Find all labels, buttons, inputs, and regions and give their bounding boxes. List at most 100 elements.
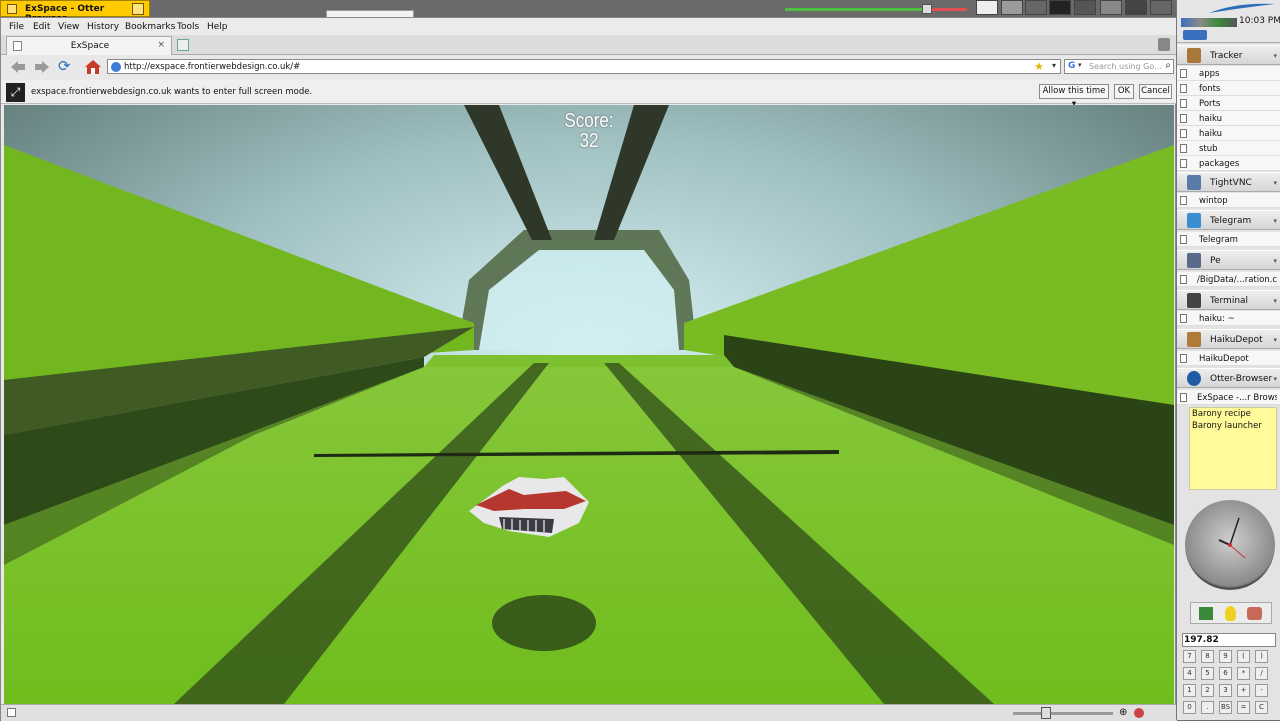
workspaces-icon[interactable] — [1199, 607, 1213, 620]
calc-key[interactable]: 9 — [1219, 650, 1232, 663]
calculator-display[interactable]: 197.82 — [1182, 633, 1276, 647]
home-icon[interactable] — [84, 59, 102, 75]
workspace-thumb[interactable] — [1025, 0, 1047, 15]
calc-key[interactable]: = — [1237, 701, 1250, 714]
workspace-thumb[interactable] — [976, 0, 998, 15]
search-placeholder: Search using Go... — [1089, 62, 1162, 71]
deskbar-app-tightvnc[interactable]: TightVNC ▾ — [1177, 172, 1280, 192]
deskbar-app-pe[interactable]: Pe ▾ — [1177, 250, 1280, 270]
workspace-thumb[interactable] — [1150, 0, 1172, 15]
calc-key[interactable]: 2 — [1201, 684, 1214, 697]
deskbar-app-tracker[interactable]: Tracker ▾ — [1177, 45, 1280, 65]
zoom-slider[interactable] — [1013, 712, 1113, 715]
workspace-thumb[interactable] — [1100, 0, 1122, 15]
workspace-thumb[interactable] — [1074, 0, 1096, 15]
sticky-notes[interactable]: Barony recipe Barony launcher — [1189, 407, 1277, 490]
calc-key[interactable]: 1 — [1183, 684, 1196, 697]
haiku-leaf-icon[interactable] — [1207, 2, 1277, 14]
calc-key[interactable]: . — [1201, 701, 1214, 714]
forward-arrow-icon[interactable] — [33, 59, 51, 75]
list-item[interactable]: wintop — [1177, 193, 1280, 208]
search-icon[interactable]: ⌕ — [1165, 60, 1171, 71]
workspace-thumb[interactable] — [1125, 0, 1147, 15]
chevron-down-icon[interactable]: ▾ — [1273, 257, 1277, 265]
list-item[interactable]: Ports — [1177, 96, 1280, 111]
deskbar-app-otter-browser[interactable]: Otter-Browser ▾ — [1177, 368, 1280, 388]
calc-key[interactable]: C — [1255, 701, 1268, 714]
tray-icons[interactable] — [1181, 18, 1237, 27]
trash-icon[interactable] — [1158, 38, 1170, 51]
chevron-down-icon[interactable]: ▾ — [1273, 217, 1277, 225]
chevron-down-icon[interactable]: ▾ — [1078, 61, 1082, 69]
calc-key[interactable]: 8 — [1201, 650, 1214, 663]
calc-key[interactable]: - — [1255, 684, 1268, 697]
calc-key[interactable]: 7 — [1183, 650, 1196, 663]
deskbar-app-terminal[interactable]: Terminal ▾ — [1177, 290, 1280, 310]
permissions-icon[interactable] — [1134, 708, 1144, 718]
calc-key[interactable]: * — [1237, 667, 1250, 680]
zoom-in-icon[interactable]: ⊕ — [1119, 707, 1127, 718]
list-item[interactable]: /BigData/...ration.cpp — [1177, 272, 1280, 287]
list-item[interactable]: stub — [1177, 141, 1280, 156]
menu-file[interactable]: File — [9, 22, 24, 32]
list-item[interactable]: ExSpace -...r Browser — [1177, 390, 1280, 405]
zoom-slider-knob[interactable] — [1041, 707, 1051, 719]
volume-slider-knob[interactable] — [922, 4, 932, 14]
window-title-tab[interactable]: ExSpace - Otter Browser — [0, 0, 150, 24]
list-item[interactable]: haiku — [1177, 111, 1280, 126]
menu-tools[interactable]: Tools — [177, 22, 199, 32]
menu-view[interactable]: View — [58, 22, 79, 32]
workspace-thumb[interactable] — [1049, 0, 1071, 15]
chevron-down-icon[interactable]: ▾ — [1273, 336, 1277, 344]
reload-icon[interactable]: ⟳ — [58, 57, 71, 75]
menu-bookmarks[interactable]: Bookmarks — [125, 22, 175, 32]
calc-key[interactable]: 3 — [1219, 684, 1232, 697]
menu-help[interactable]: Help — [207, 22, 228, 32]
window-close-button[interactable] — [7, 4, 17, 14]
list-item[interactable]: HaikuDepot — [1177, 351, 1280, 366]
window-zoom-button[interactable] — [132, 3, 144, 15]
tab-close-button[interactable]: × — [157, 40, 165, 50]
chevron-down-icon[interactable]: ▾ — [1273, 179, 1277, 187]
list-item[interactable]: packages — [1177, 156, 1280, 171]
game-canvas[interactable]: Score: 32 — [4, 105, 1174, 704]
calc-key[interactable]: 6 — [1219, 667, 1232, 680]
system-tray: 10:03 PM — [1177, 0, 1280, 43]
new-tab-button[interactable] — [177, 39, 189, 51]
search-input[interactable]: G ▾ Search using Go... ⌕ — [1064, 59, 1174, 74]
calc-key[interactable]: 5 — [1201, 667, 1214, 680]
workspace-thumb[interactable] — [1001, 0, 1023, 15]
clock[interactable]: 10:03 PM — [1239, 16, 1280, 26]
address-bar[interactable]: http://exspace.frontierwebdesign.co.uk/#… — [107, 59, 1061, 74]
tab-exspace[interactable]: ExSpace × — [6, 36, 172, 55]
calc-key[interactable]: / — [1255, 667, 1268, 680]
calc-key[interactable]: ) — [1255, 650, 1268, 663]
chevron-down-icon[interactable]: ▾ — [1273, 375, 1277, 383]
calc-key[interactable]: ( — [1237, 650, 1250, 663]
gear-icon[interactable] — [1247, 607, 1262, 620]
list-item[interactable]: fonts — [1177, 81, 1280, 96]
deskbar-app-telegram[interactable]: Telegram ▾ — [1177, 210, 1280, 230]
deskbar-app-haikudepot[interactable]: HaikuDepot ▾ — [1177, 329, 1280, 349]
lightbulb-icon[interactable] — [1225, 606, 1236, 621]
cancel-button[interactable]: Cancel — [1139, 84, 1172, 99]
chevron-down-icon[interactable]: ▾ — [1273, 52, 1277, 60]
list-item[interactable]: apps — [1177, 66, 1280, 81]
bookmark-star-icon[interactable]: ★ — [1034, 60, 1044, 73]
calc-key[interactable]: BS — [1219, 701, 1232, 714]
list-item[interactable]: Telegram — [1177, 232, 1280, 247]
calc-key[interactable]: + — [1237, 684, 1250, 697]
allow-this-time-select[interactable]: Allow this time ▾ — [1039, 84, 1109, 109]
list-item[interactable]: haiku: ~ — [1177, 311, 1280, 326]
list-item[interactable]: haiku — [1177, 126, 1280, 141]
search-engine-icon[interactable]: G — [1068, 61, 1075, 71]
ok-button[interactable]: OK — [1114, 84, 1134, 99]
chevron-down-icon[interactable]: ▾ — [1052, 61, 1056, 70]
calc-key[interactable]: 4 — [1183, 667, 1196, 680]
menu-history[interactable]: History — [87, 22, 119, 32]
calc-key[interactable]: 0 — [1183, 701, 1196, 714]
menu-edit[interactable]: Edit — [33, 22, 50, 32]
tray-icons-row2[interactable] — [1183, 30, 1207, 40]
chevron-down-icon[interactable]: ▾ — [1273, 297, 1277, 305]
back-arrow-icon[interactable] — [9, 59, 27, 75]
